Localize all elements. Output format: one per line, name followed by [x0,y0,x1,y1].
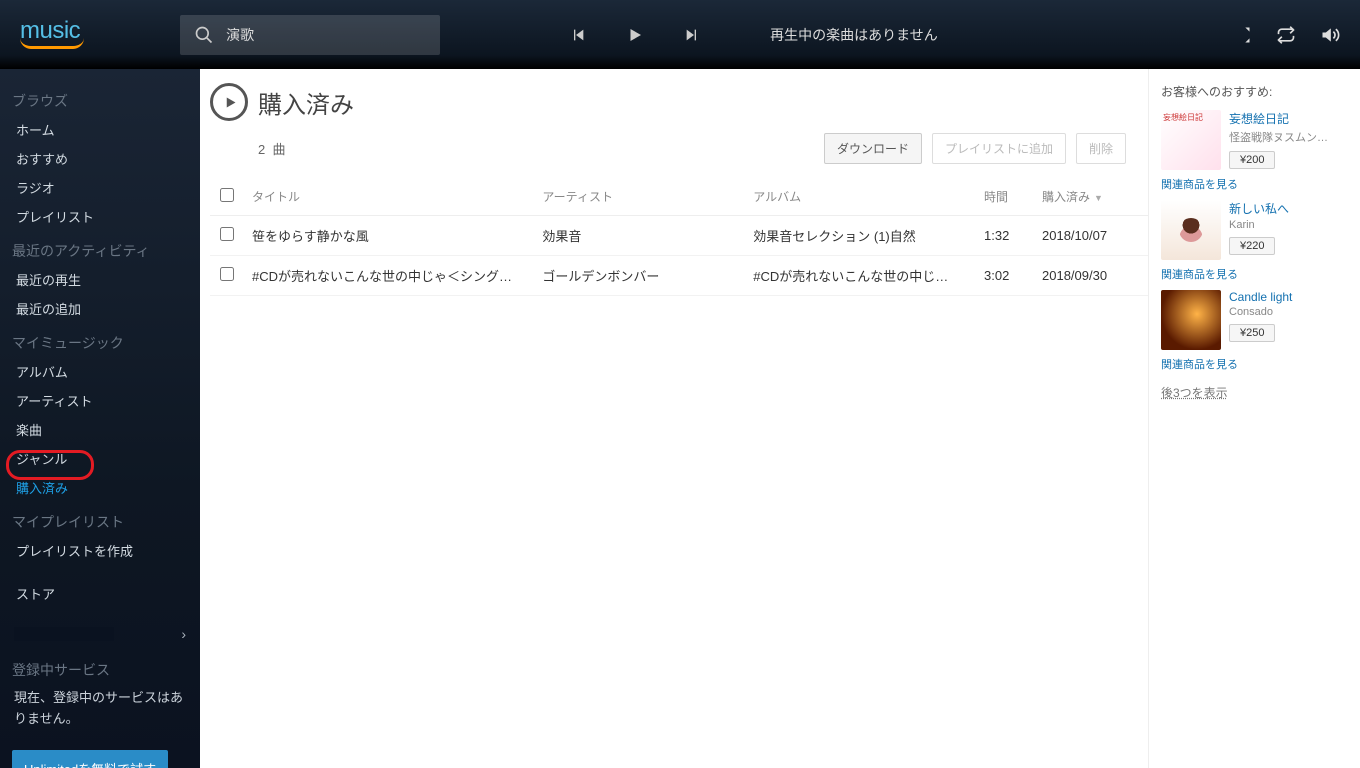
sidebar-header-browse: ブラウズ [0,81,200,115]
table-header: タイトル アーティスト アルバム 時間 購入済み▼ [210,178,1148,216]
top-bar: music 再生中の楽曲はありません [0,0,1360,69]
col-artist[interactable]: アーティスト [542,188,753,205]
rec-title[interactable]: Candle light [1229,290,1348,304]
sidebar-item-songs[interactable]: 楽曲 [0,415,200,444]
col-album[interactable]: アルバム [753,188,984,205]
search-box[interactable] [180,15,440,55]
sidebar-account-row[interactable]: › [0,618,200,650]
sidebar-item-recent-play[interactable]: 最近の再生 [0,265,200,294]
prev-icon[interactable] [570,27,586,43]
table-row[interactable]: 笹をゆらす静かな風 効果音 効果音セレクション (1)自然 1:32 2018/… [210,216,1148,256]
show-more-link[interactable]: 後3つを表示 [1161,384,1228,401]
track-time: 3:02 [984,268,1042,283]
shuffle-icon[interactable] [1232,25,1252,45]
now-playing-text: 再生中の楽曲はありません [770,25,1212,45]
related-link[interactable]: 関連商品を見る [1161,356,1348,372]
track-date: 2018/10/07 [1042,228,1138,243]
play-icon[interactable] [626,26,644,44]
track-album: #CDが売れないこんな世の中じ… [753,266,984,285]
download-button[interactable]: ダウンロード [824,133,922,164]
sidebar-item-genres[interactable]: ジャンル [0,444,200,473]
play-all-button[interactable] [210,83,248,121]
track-artist: 効果音 [542,226,753,245]
col-date[interactable]: 購入済み▼ [1042,188,1138,205]
sidebar-item-home[interactable]: ホーム [0,115,200,144]
recommendations-panel: お客様へのおすすめ: 妄想絵日記 怪盗戦隊ヌスムン… ¥200 関連商品を見る [1148,69,1360,768]
track-time: 1:32 [984,228,1042,243]
sidebar-header-services: 登録中サービス [0,650,200,684]
track-title: #CDが売れないこんな世の中じゃ＜シング… [252,266,542,285]
sort-caret-icon: ▼ [1094,193,1103,203]
col-time[interactable]: 時間 [984,188,1042,205]
rec-subtitle: Consado [1229,306,1348,318]
next-icon[interactable] [684,27,700,43]
related-link[interactable]: 関連商品を見る [1161,176,1348,192]
recommendation-item: 新しい私へ Karin ¥220 関連商品を見る [1161,200,1348,282]
logo[interactable]: music [20,17,80,53]
sidebar-item-playlist[interactable]: プレイリスト [0,202,200,231]
sidebar-item-recent-add[interactable]: 最近の追加 [0,294,200,323]
volume-icon[interactable] [1320,25,1340,45]
track-artist: ゴールデンボンバー [542,266,753,285]
sidebar-item-artists[interactable]: アーティスト [0,386,200,415]
album-art[interactable] [1161,290,1221,350]
track-album: 効果音セレクション (1)自然 [753,226,984,245]
chevron-right-icon: › [181,626,186,642]
col-title[interactable]: タイトル [252,188,542,205]
price-button[interactable]: ¥250 [1229,324,1275,342]
sidebar: ブラウズ ホーム おすすめ ラジオ プレイリスト 最近のアクティビティ 最近の再… [0,69,200,768]
main-content: 購入済み 2 曲 ダウンロード プレイリストに追加 削除 タイトル アーティスト [200,69,1148,768]
rec-subtitle: Karin [1229,219,1348,231]
related-link[interactable]: 関連商品を見る [1161,266,1348,282]
recommendations-header: お客様へのおすすめ: [1161,83,1348,100]
try-unlimited-button[interactable]: Unlimitedを無料で試す [12,750,168,768]
price-button[interactable]: ¥220 [1229,237,1275,255]
track-date: 2018/09/30 [1042,268,1138,283]
row-checkbox[interactable] [220,267,234,281]
recommendation-item: Candle light Consado ¥250 関連商品を見る [1161,290,1348,372]
price-button[interactable]: ¥200 [1229,151,1275,169]
no-service-text: 現在、登録中のサービスはありません。 [0,684,200,742]
track-title: 笹をゆらす静かな風 [252,226,542,245]
repeat-icon[interactable] [1276,25,1296,45]
select-all-checkbox[interactable] [220,188,234,202]
delete-button[interactable]: 削除 [1076,133,1126,164]
player-controls [570,26,700,44]
sidebar-item-store[interactable]: ストア [0,579,200,608]
play-icon [223,95,238,110]
rec-title[interactable]: 妄想絵日記 [1229,110,1348,127]
sidebar-item-purchased[interactable]: 購入済み [0,473,200,502]
track-count: 2 曲 [258,139,285,158]
sidebar-item-radio[interactable]: ラジオ [0,173,200,202]
rec-title[interactable]: 新しい私へ [1229,200,1348,217]
search-input[interactable] [226,27,426,43]
album-art[interactable] [1161,110,1221,170]
add-playlist-button[interactable]: プレイリストに追加 [932,133,1066,164]
sidebar-item-create-playlist[interactable]: プレイリストを作成 [0,536,200,565]
tracks-table: タイトル アーティスト アルバム 時間 購入済み▼ 笹をゆらす静かな風 効果音 … [210,178,1148,296]
album-art[interactable] [1161,200,1221,260]
account-name-placeholder [14,627,114,641]
table-row[interactable]: #CDが売れないこんな世の中じゃ＜シング… ゴールデンボンバー #CDが売れない… [210,256,1148,296]
sidebar-header-mymusic: マイミュージック [0,323,200,357]
sidebar-item-recommend[interactable]: おすすめ [0,144,200,173]
sidebar-item-albums[interactable]: アルバム [0,357,200,386]
recommendation-item: 妄想絵日記 怪盗戦隊ヌスムン… ¥200 関連商品を見る [1161,110,1348,192]
sidebar-header-myplaylists: マイプレイリスト [0,502,200,536]
search-icon [194,25,214,45]
rec-subtitle: 怪盗戦隊ヌスムン… [1229,129,1348,145]
page-title: 購入済み [258,85,354,120]
sidebar-header-activity: 最近のアクティビティ [0,231,200,265]
row-checkbox[interactable] [220,227,234,241]
